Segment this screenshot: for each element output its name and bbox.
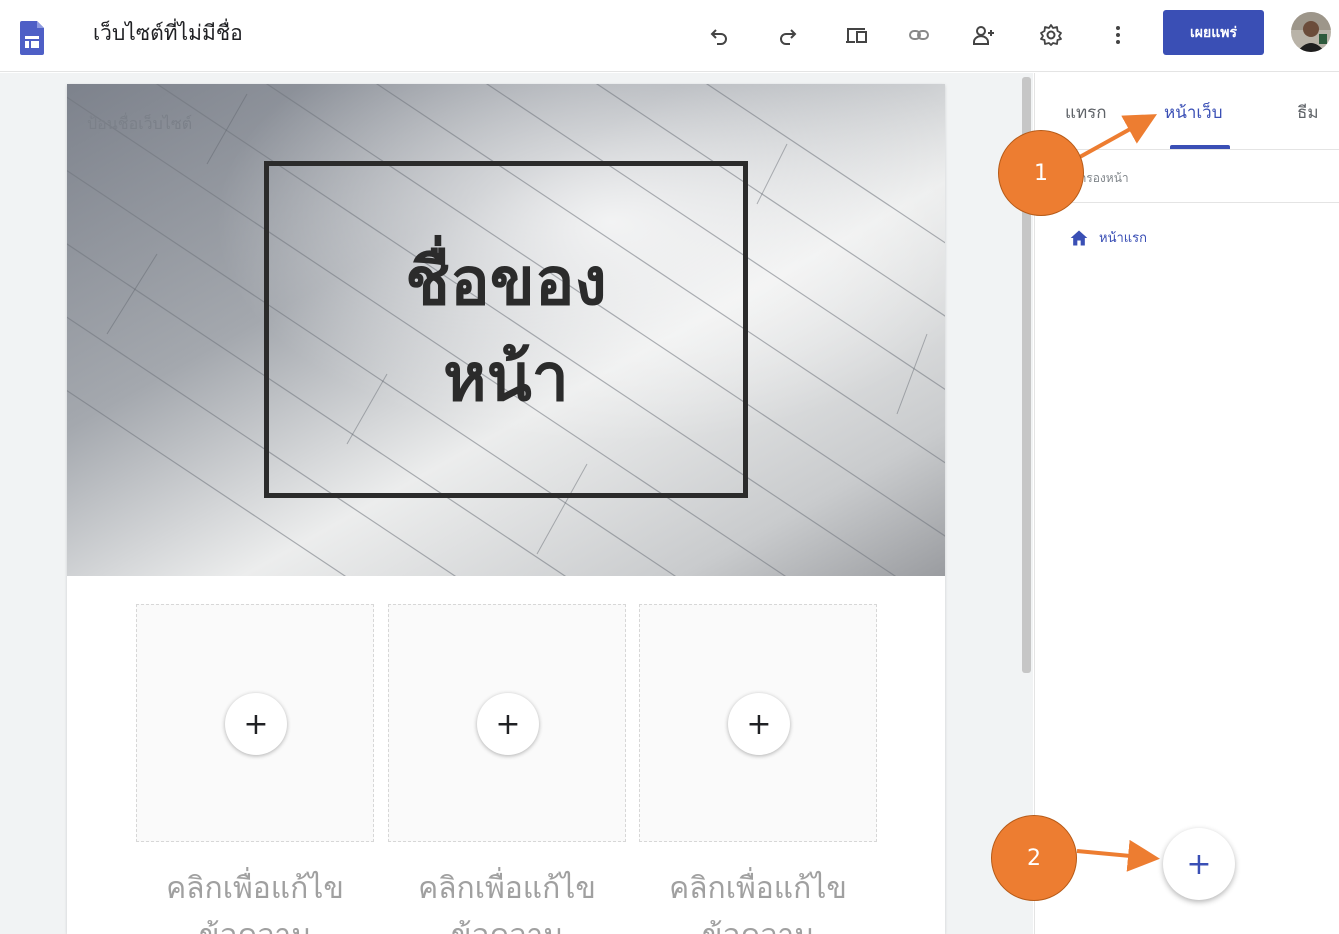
- tabs-divider: [1035, 149, 1339, 150]
- page-item-home[interactable]: หน้าแรก: [1069, 227, 1147, 248]
- more-vert-icon[interactable]: [1102, 19, 1134, 51]
- text-placeholder-line-2[interactable]: ข้อความ: [639, 916, 877, 934]
- filter-pages-input[interactable]: กรองหน้า: [1079, 169, 1129, 188]
- image-placeholder[interactable]: +: [136, 604, 374, 842]
- text-placeholder[interactable]: คลิกเพื่อแก้ไข: [136, 869, 374, 909]
- undo-icon[interactable]: [703, 19, 735, 51]
- annotation-marker-1: 1: [998, 130, 1084, 216]
- text-placeholder[interactable]: คลิกเพื่อแก้ไข: [388, 869, 626, 909]
- publish-button[interactable]: เผยแพร่: [1163, 10, 1264, 55]
- page-title-line-1: ชื่อของ: [405, 242, 607, 320]
- top-bar: เว็บไซต์ที่ไม่มีชื่อ เผยแพร่: [0, 0, 1339, 72]
- image-placeholder[interactable]: +: [388, 604, 626, 842]
- text-placeholder[interactable]: คลิกเพื่อแก้ไข: [639, 869, 877, 909]
- document-title[interactable]: เว็บไซต์ที่ไม่มีชื่อ: [93, 18, 243, 48]
- text-placeholder-line-2[interactable]: ข้อความ: [136, 916, 374, 934]
- page-title-line-2: หน้า: [443, 338, 569, 416]
- side-panel: แทรก หน้าเว็บ ธีม กรองหน้า หน้าแรก +: [1034, 73, 1339, 934]
- text-placeholder-line-2[interactable]: ข้อความ: [388, 916, 626, 934]
- link-icon[interactable]: [903, 19, 935, 51]
- avatar[interactable]: [1291, 12, 1331, 52]
- redo-icon[interactable]: [772, 19, 804, 51]
- settings-gear-icon[interactable]: [1035, 19, 1067, 51]
- tab-pages[interactable]: หน้าเว็บ: [1164, 99, 1223, 126]
- tab-themes[interactable]: ธีม: [1297, 99, 1319, 126]
- add-content-button[interactable]: +: [477, 693, 539, 755]
- image-placeholder[interactable]: +: [639, 604, 877, 842]
- home-icon: [1070, 230, 1088, 245]
- sites-logo-icon[interactable]: [20, 21, 44, 55]
- editor-canvas: ป้อนชื่อเว็บไซต์ ชื่อของ หน้า + + + คลิก…: [0, 73, 1033, 934]
- filter-divider: [1035, 202, 1339, 203]
- page-title-box[interactable]: ชื่อของ หน้า: [264, 161, 748, 498]
- preview-icon[interactable]: [841, 19, 873, 51]
- share-icon[interactable]: [968, 19, 1000, 51]
- tab-insert[interactable]: แทรก: [1065, 99, 1107, 126]
- site-name-placeholder[interactable]: ป้อนชื่อเว็บไซต์: [87, 112, 192, 137]
- add-page-button[interactable]: +: [1163, 828, 1235, 900]
- add-content-button[interactable]: +: [225, 693, 287, 755]
- page-item-label: หน้าแรก: [1099, 231, 1147, 246]
- annotation-marker-2: 2: [991, 815, 1077, 901]
- header-banner[interactable]: ป้อนชื่อเว็บไซต์ ชื่อของ หน้า: [67, 84, 945, 576]
- site-page: ป้อนชื่อเว็บไซต์ ชื่อของ หน้า + + + คลิก…: [67, 84, 945, 934]
- add-content-button[interactable]: +: [728, 693, 790, 755]
